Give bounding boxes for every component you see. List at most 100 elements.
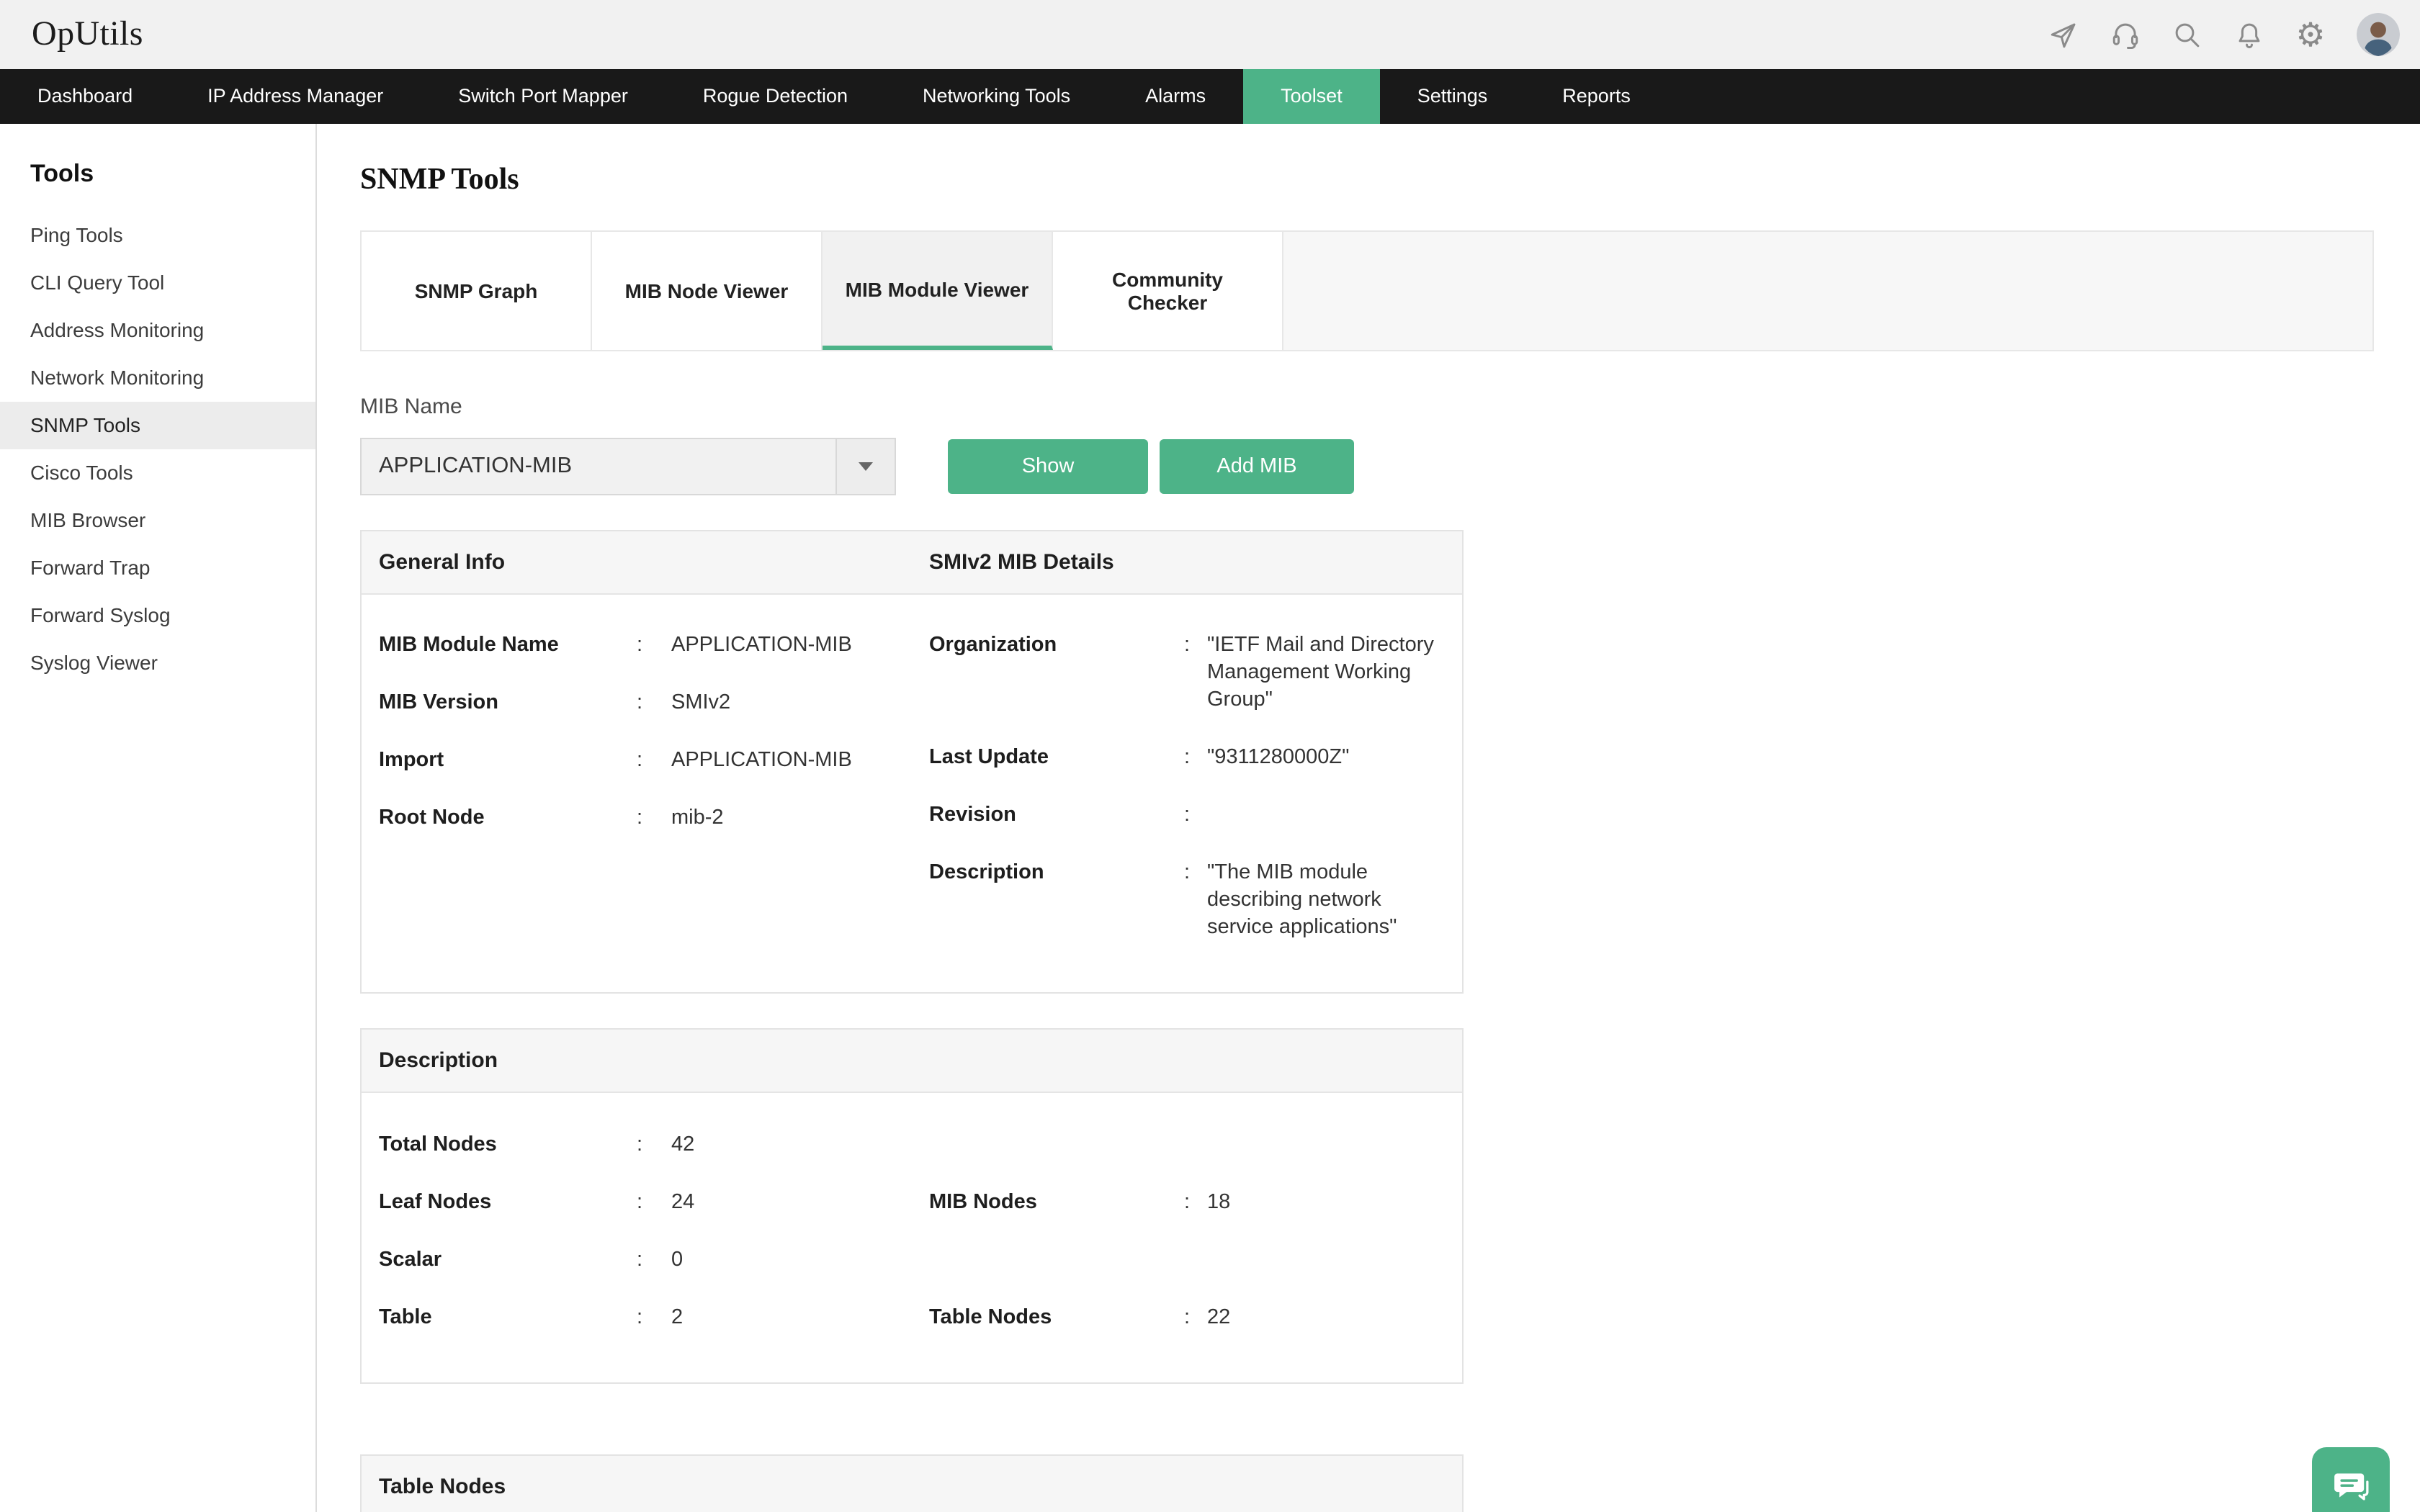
colon-separator (637, 747, 671, 775)
field-label: Leaf Nodes (379, 1189, 637, 1217)
info-row-last-update: Last Update "9311280000Z" (929, 744, 1445, 772)
sidebar-item-address-monitoring[interactable]: Address Monitoring (0, 307, 315, 354)
sidebar-item-forward-trap[interactable]: Forward Trap (0, 544, 315, 592)
oputils-app: OpUtils ⚙ (0, 0, 2420, 1512)
nav-tab-rogue-detection[interactable]: Rogue Detection (666, 69, 885, 124)
snmp-tools-tabstrip: SNMP Graph MIB Node Viewer MIB Module Vi… (360, 230, 2374, 351)
nav-tab-dashboard[interactable]: Dashboard (0, 69, 170, 124)
show-button[interactable]: Show (948, 439, 1148, 494)
general-info-panel-header: General Info SMIv2 MIB Details (362, 531, 1462, 595)
tab-community-checker[interactable]: Community Checker (1053, 232, 1283, 350)
settings-gear-icon[interactable]: ⚙ (2295, 19, 2326, 50)
chevron-down-icon[interactable] (835, 439, 895, 494)
mib-name-select[interactable]: APPLICATION-MIB (360, 438, 896, 495)
field-label: Revision (929, 802, 1184, 829)
field-value: 22 (1207, 1305, 1230, 1332)
nav-tab-switch-port-mapper[interactable]: Switch Port Mapper (421, 69, 666, 124)
description-title: Description (379, 1048, 498, 1073)
info-row-revision: Revision (929, 802, 1445, 829)
field-value: APPLICATION-MIB (671, 632, 852, 660)
field-label: MIB Nodes (929, 1189, 1184, 1217)
colon-separator (637, 1305, 671, 1332)
field-label: Table Nodes (929, 1305, 1184, 1332)
sidebar-item-ping-tools[interactable]: Ping Tools (0, 212, 315, 259)
nav-tab-reports[interactable]: Reports (1525, 69, 1668, 124)
search-icon[interactable] (2171, 19, 2202, 50)
nav-tab-settings[interactable]: Settings (1380, 69, 1525, 124)
sidebar-item-cisco-tools[interactable]: Cisco Tools (0, 449, 315, 497)
colon-separator (637, 1247, 671, 1274)
nav-tab-alarms[interactable]: Alarms (1108, 69, 1243, 124)
info-row-organization: Organization"IETF Mail and Directory Man… (929, 632, 1445, 714)
table-nodes-title: Table Nodes (379, 1475, 506, 1499)
description-panel: Description Total Nodes 42 Leaf Nodes 24 M… (360, 1028, 1464, 1384)
info-row-import: Import APPLICATION-MIB (379, 747, 929, 775)
support-headset-icon[interactable] (2109, 19, 2141, 50)
mib-name-selected-value: APPLICATION-MIB (362, 439, 835, 494)
field-value: mib-2 (671, 805, 724, 832)
field-value: APPLICATION-MIB (671, 747, 852, 775)
description-panel-header: Description (362, 1030, 1462, 1093)
tools-sidebar: Tools Ping Tools CLI Query Tool Address … (0, 124, 317, 1512)
colon-separator (1184, 1305, 1207, 1332)
smiv2-details-column: Organization"IETF Mail and Directory Man… (929, 632, 1445, 972)
field-value: 24 (671, 1189, 694, 1217)
sidebar-item-network-monitoring[interactable]: Network Monitoring (0, 354, 315, 402)
general-info-panel: General Info SMIv2 MIB Details MIB Modul… (360, 530, 1464, 994)
colon-separator (1184, 744, 1207, 772)
colon-separator (1184, 1189, 1207, 1217)
colon-separator (637, 690, 671, 717)
sidebar-item-snmp-tools[interactable]: SNMP Tools (0, 402, 315, 449)
field-label: Root Node (379, 805, 637, 832)
add-mib-button[interactable]: Add MIB (1160, 439, 1354, 494)
send-icon[interactable] (2047, 19, 2079, 50)
field-value: 2 (671, 1305, 683, 1332)
nav-tab-ip-address-manager[interactable]: IP Address Manager (170, 69, 421, 124)
field-value: 0 (671, 1247, 683, 1274)
top-header-bar: OpUtils ⚙ (0, 0, 2420, 69)
mib-form-row: APPLICATION-MIB Show Add MIB (360, 438, 2374, 495)
field-value: 42 (671, 1132, 694, 1159)
field-label: MIB Version (379, 690, 637, 717)
tab-snmp-graph[interactable]: SNMP Graph (362, 232, 592, 350)
info-row-mib-module-name: MIB Module Name APPLICATION-MIB (379, 632, 929, 660)
field-value: "9311280000Z" (1207, 744, 1349, 772)
mib-name-label: MIB Name (360, 395, 2374, 419)
sidebar-item-forward-syslog[interactable]: Forward Syslog (0, 592, 315, 639)
field-label: Import (379, 747, 637, 775)
sidebar-item-syslog-viewer[interactable]: Syslog Viewer (0, 639, 315, 687)
info-row-mib-version: MIB Version SMIv2 (379, 690, 929, 717)
desc-row-table-nodes: Table2 Table Nodes22 (379, 1305, 1445, 1332)
info-row-root-node: Root Node mib-2 (379, 805, 929, 832)
colon-separator (637, 805, 671, 832)
nav-tab-toolset[interactable]: Toolset (1243, 69, 1380, 124)
field-label: MIB Module Name (379, 632, 637, 660)
tab-mib-module-viewer[interactable]: MIB Module Viewer (823, 232, 1053, 350)
general-info-title: General Info (379, 550, 929, 575)
topbar-icon-group: ⚙ (2047, 13, 2420, 56)
desc-row-leaf-mib-nodes: Leaf Nodes24 MIB Nodes18 (379, 1189, 1445, 1217)
field-label: Total Nodes (379, 1132, 637, 1159)
desc-row-total-nodes: Total Nodes 42 (379, 1132, 1445, 1159)
field-label: Description (929, 860, 1184, 942)
nav-tab-networking-tools[interactable]: Networking Tools (885, 69, 1108, 124)
chat-support-button[interactable] (2312, 1447, 2390, 1512)
table-nodes-panel: Table Nodes Sno ▲▼ Table Table Entry Tab… (360, 1454, 1464, 1512)
colon-separator (637, 1189, 671, 1217)
sidebar-item-cli-query-tool[interactable]: CLI Query Tool (0, 259, 315, 307)
sidebar-item-mib-browser[interactable]: MIB Browser (0, 497, 315, 544)
field-label: Last Update (929, 744, 1184, 772)
chat-icon (2331, 1466, 2371, 1506)
primary-nav: Dashboard IP Address Manager Switch Port… (0, 69, 2420, 124)
oputils-logo: OpUtils (32, 15, 143, 54)
smiv2-details-title: SMIv2 MIB Details (929, 550, 1114, 575)
page-title: SNMP Tools (360, 158, 2374, 199)
user-avatar[interactable] (2357, 13, 2400, 56)
notifications-bell-icon[interactable] (2233, 19, 2264, 50)
colon-separator (637, 1132, 671, 1159)
colon-separator (1184, 632, 1207, 714)
field-value: "IETF Mail and Directory Management Work… (1207, 632, 1445, 714)
table-nodes-panel-header: Table Nodes (362, 1456, 1462, 1512)
field-value: SMIv2 (671, 690, 730, 717)
tab-mib-node-viewer[interactable]: MIB Node Viewer (592, 232, 823, 350)
